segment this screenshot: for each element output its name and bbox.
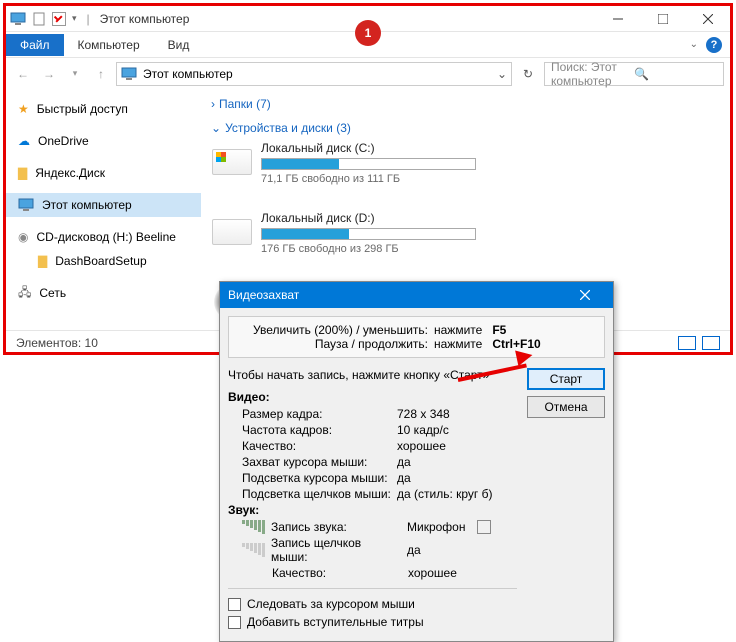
- drive-c[interactable]: Локальный диск (C:) 71,1 ГБ свободно из …: [211, 141, 476, 185]
- chevron-right-icon: ›: [211, 97, 215, 111]
- sidebar: ★Быстрый доступ ☁OneDrive ▇Яндекс.Диск Э…: [6, 89, 201, 330]
- window-title: Этот компьютер: [98, 12, 595, 26]
- start-button[interactable]: Старт: [527, 368, 605, 390]
- search-placeholder: Поиск: Этот компьютер: [551, 60, 634, 88]
- cancel-button[interactable]: Отмена: [527, 396, 605, 418]
- sidebar-item-this-pc[interactable]: Этот компьютер: [6, 193, 201, 217]
- annotation-marker-1: 1: [355, 20, 381, 46]
- tab-view[interactable]: Вид: [154, 34, 204, 56]
- checkbox-icon: [228, 616, 241, 629]
- maximize-button[interactable]: [640, 6, 685, 32]
- sidebar-item-cd[interactable]: ◉CD-дисковод (H:) Beeline: [6, 225, 201, 249]
- drive-d[interactable]: Локальный диск (D:) 176 ГБ свободно из 2…: [211, 211, 476, 255]
- dialog-titlebar: Видеозахват: [220, 282, 613, 308]
- follow-cursor-checkbox[interactable]: Следовать за курсором мыши: [228, 597, 517, 611]
- navbar: ← → ▾ ↑ Этот компьютер ⌄ ↻ Поиск: Этот к…: [6, 57, 730, 89]
- disc-icon: ◉: [18, 230, 28, 244]
- tab-file[interactable]: Файл: [6, 34, 64, 56]
- view-details-button[interactable]: [678, 336, 696, 350]
- video-capture-dialog: Видеозахват Увеличить (200%) / уменьшить…: [219, 281, 614, 642]
- pc-icon: [121, 67, 137, 81]
- sidebar-item-network[interactable]: 🖧Сеть: [6, 281, 201, 305]
- group-devices[interactable]: ⌄Устройства и диски (3): [211, 121, 720, 135]
- ribbon-expand-icon[interactable]: ⌄: [690, 39, 698, 50]
- sidebar-item-quick-access[interactable]: ★Быстрый доступ: [6, 97, 201, 121]
- sidebar-item-yandex[interactable]: ▇Яндекс.Диск: [6, 161, 201, 185]
- pc-icon: [10, 12, 26, 26]
- minimize-button[interactable]: [595, 6, 640, 32]
- dialog-close-button[interactable]: [565, 282, 605, 308]
- search-input[interactable]: Поиск: Этот компьютер 🔍: [544, 62, 724, 86]
- recent-dropdown[interactable]: ▾: [64, 63, 86, 85]
- view-icons-button[interactable]: [702, 336, 720, 350]
- cloud-icon: ☁: [18, 134, 30, 148]
- audio-meter-icon: [242, 543, 265, 557]
- usage-bar: [261, 228, 476, 240]
- address-bar[interactable]: Этот компьютер ⌄: [116, 62, 512, 86]
- audio-section-header: Звук:: [228, 503, 517, 517]
- dialog-title: Видеозахват: [228, 288, 299, 302]
- tab-computer[interactable]: Компьютер: [64, 34, 154, 56]
- star-icon: ★: [18, 102, 29, 116]
- network-icon: 🖧: [18, 283, 31, 304]
- mic-settings-button[interactable]: [477, 520, 491, 534]
- doc-icon: [32, 12, 46, 26]
- drive-icon: [211, 141, 253, 183]
- group-folders[interactable]: ›Папки (7): [211, 97, 720, 111]
- checkbox-icon: [228, 598, 241, 611]
- forward-button[interactable]: →: [38, 63, 60, 85]
- chevron-down-icon[interactable]: ⌄: [497, 67, 507, 81]
- sidebar-item-onedrive[interactable]: ☁OneDrive: [6, 129, 201, 153]
- sidebar-item-dashboard[interactable]: ▇DashBoardSetup: [6, 249, 201, 273]
- dialog-hint-box: Увеличить (200%) / уменьшить:нажмите F5 …: [228, 316, 605, 358]
- help-icon[interactable]: ?: [706, 37, 722, 53]
- up-button[interactable]: ↑: [90, 63, 112, 85]
- back-button[interactable]: ←: [12, 63, 34, 85]
- audio-meter-icon: [242, 520, 265, 534]
- search-icon: 🔍: [634, 67, 717, 81]
- check-icon[interactable]: [52, 12, 66, 26]
- folder-icon: ▇: [18, 166, 27, 180]
- pc-icon: [18, 198, 34, 212]
- add-titles-checkbox[interactable]: Добавить вступительные титры: [228, 615, 517, 629]
- item-count: Элементов: 10: [16, 336, 98, 350]
- video-section-header: Видео:: [228, 390, 517, 404]
- separator: |: [87, 12, 90, 26]
- refresh-button[interactable]: ↻: [516, 62, 540, 86]
- qat-dropdown[interactable]: ▾: [72, 13, 77, 24]
- close-button[interactable]: [685, 6, 730, 32]
- folder-icon: ▇: [38, 254, 47, 268]
- drive-icon: [211, 211, 253, 253]
- address-text: Этот компьютер: [143, 67, 233, 81]
- chevron-down-icon: ⌄: [211, 121, 221, 135]
- start-message: Чтобы начать запись, нажмите кнопку «Ста…: [228, 368, 517, 382]
- usage-bar: [261, 158, 476, 170]
